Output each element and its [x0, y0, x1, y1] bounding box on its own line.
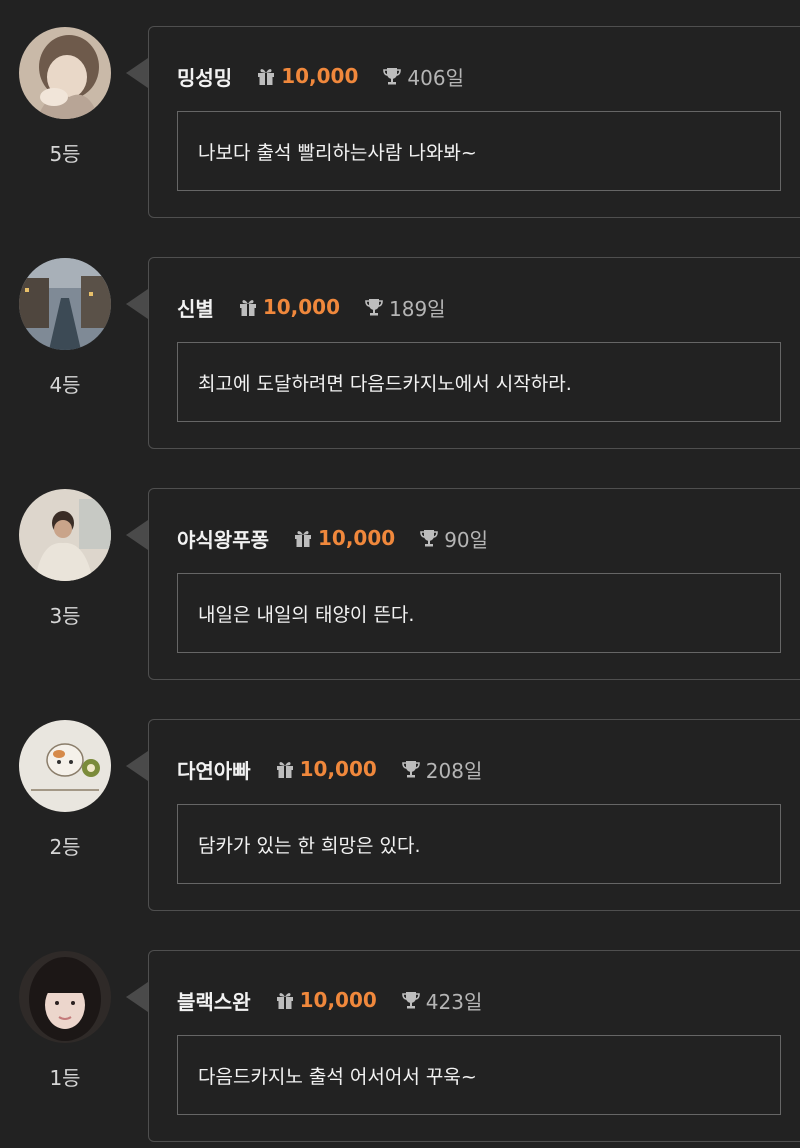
gift-icon: [256, 66, 276, 86]
rank-label: 5등: [49, 142, 81, 166]
attendance-days: 423일: [425, 989, 483, 1014]
points-value: 10,000: [318, 526, 396, 550]
nickname[interactable]: 밍성밍: [177, 62, 232, 91]
comment-message: 담카가 있는 한 희망은 있다.: [177, 804, 781, 884]
points-value: 10,000: [262, 295, 340, 319]
nickname[interactable]: 블랙스완: [177, 986, 251, 1015]
gift-icon: [275, 990, 295, 1010]
rank-label: 1등: [49, 1066, 81, 1090]
rank-label: 3등: [49, 604, 81, 628]
attendance-days: 208일: [425, 758, 483, 783]
trophy-icon: [401, 990, 421, 1010]
attendance-days: 406일: [407, 65, 464, 90]
avatar[interactable]: [19, 489, 111, 581]
trophy-icon: [364, 297, 384, 317]
attendance-days: 90일: [444, 527, 489, 552]
gift-icon: [293, 528, 313, 548]
speech-pointer: [126, 751, 148, 781]
comment-message: 다음드카지노 출석 어서어서 꾸욱~: [177, 1035, 781, 1115]
attendance-entry: 3등 야식왕푸퐁 10,000 90일 내일은 내일의 태양이 뜬다.: [0, 488, 800, 682]
attendance-entry: 2등 다연아빠 10,000 208일 담카가 있는 한 희망은 있다.: [0, 719, 800, 913]
gift-icon: [238, 297, 258, 317]
rank-label: 4등: [49, 373, 81, 397]
trophy-icon: [382, 66, 402, 86]
points-value: 10,000: [299, 757, 377, 781]
points-value: 10,000: [281, 64, 359, 88]
trophy-icon: [419, 528, 439, 548]
attendance-days: 189일: [389, 296, 446, 321]
entry-meta: 밍성밍 10,000 406일: [177, 62, 464, 90]
speech-pointer: [126, 520, 148, 550]
comment-message: 내일은 내일의 태양이 뜬다.: [177, 573, 781, 653]
speech-pointer: [126, 58, 148, 88]
avatar[interactable]: [19, 951, 111, 1043]
attendance-entry: 4등 신별 10,000 189일 최고에 도달하려면 다음드카지노에서 시작하…: [0, 257, 800, 451]
avatar[interactable]: [19, 720, 111, 812]
nickname[interactable]: 신별: [177, 293, 214, 322]
entry-meta: 신별 10,000 189일: [177, 293, 446, 321]
attendance-entry: 5등 밍성밍 10,000 406일 나보다 출석 빨리하는사람 나와봐~: [0, 26, 800, 220]
speech-pointer: [126, 289, 148, 319]
entry-meta: 블랙스완 10,000 423일: [177, 986, 482, 1014]
trophy-icon: [401, 759, 421, 779]
entry-meta: 야식왕푸퐁 10,000 90일: [177, 524, 488, 552]
avatar[interactable]: [19, 27, 111, 119]
speech-pointer: [126, 982, 148, 1012]
nickname[interactable]: 야식왕푸퐁: [177, 524, 269, 553]
attendance-entry: 1등 블랙스완 10,000 423일 다음드카지노 출석 어서어서 꾸욱~: [0, 950, 800, 1144]
entry-meta: 다연아빠 10,000 208일: [177, 755, 482, 783]
comment-message: 나보다 출석 빨리하는사람 나와봐~: [177, 111, 781, 191]
nickname[interactable]: 다연아빠: [177, 755, 251, 784]
rank-label: 2등: [49, 835, 81, 859]
comment-message: 최고에 도달하려면 다음드카지노에서 시작하라.: [177, 342, 781, 422]
points-value: 10,000: [299, 988, 377, 1012]
avatar[interactable]: [19, 258, 111, 350]
gift-icon: [275, 759, 295, 779]
